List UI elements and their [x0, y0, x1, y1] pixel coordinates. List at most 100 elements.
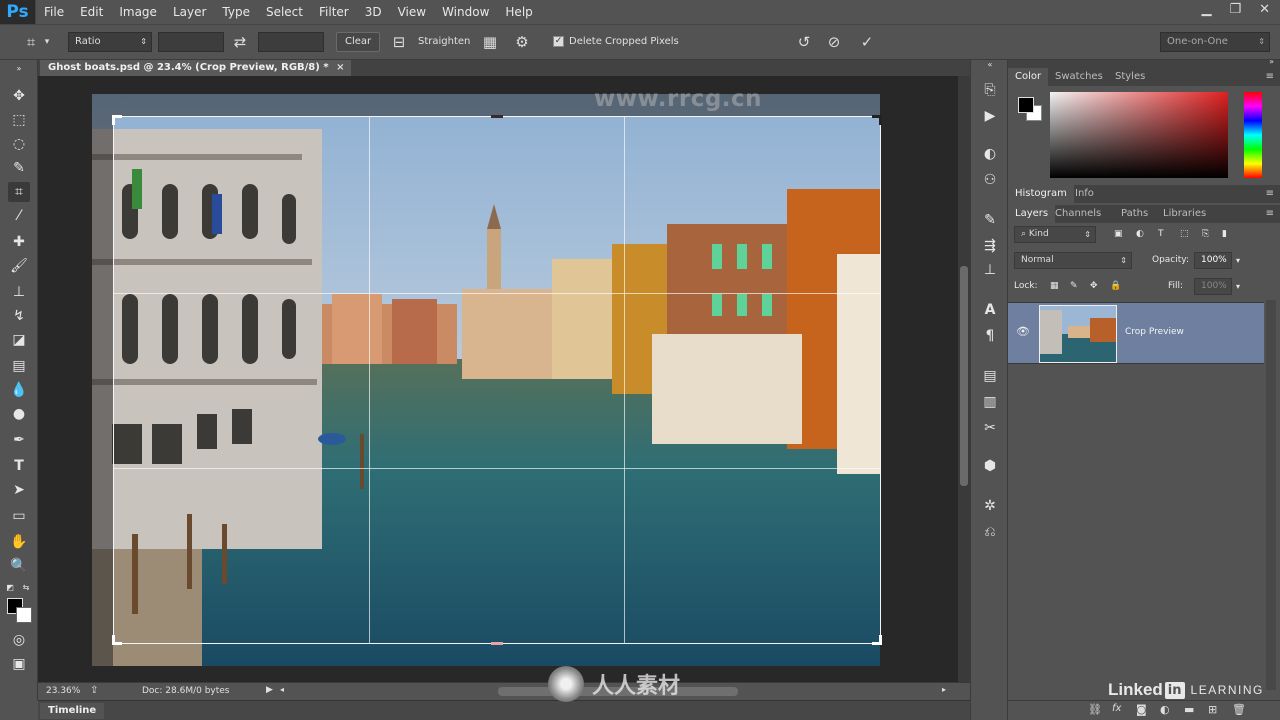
dock-collapse-icon[interactable]: » [1269, 57, 1274, 66]
tab-color[interactable]: Color [1008, 68, 1049, 86]
type-tool-icon[interactable]: T [8, 456, 30, 476]
fill-chevron-icon[interactable]: ▾ [1236, 278, 1240, 295]
canvas-area[interactable]: www.rrcg.cn [38, 76, 958, 682]
color-panel-foreground-swatch[interactable] [1018, 97, 1034, 113]
zoom-tool-icon[interactable]: 🔍 [8, 556, 30, 576]
brush-panel-icon[interactable]: ✎ [980, 210, 1000, 230]
crop-width-field[interactable] [158, 32, 224, 52]
panel-menu-icon[interactable]: ≡ [1266, 185, 1274, 203]
add-mask-icon[interactable]: ◙ [1136, 703, 1147, 716]
marquee-tool-icon[interactable]: ⬚ [8, 110, 30, 130]
panel-menu-icon[interactable]: ≡ [1266, 68, 1274, 86]
new-layer-icon[interactable]: ⊞ [1208, 703, 1217, 716]
layer-style-icon[interactable]: fx [1112, 703, 1121, 714]
settings-gear-icon[interactable]: ⚙ [511, 32, 533, 52]
brush-tool-icon[interactable]: 🖌 [8, 256, 30, 276]
opacity-field[interactable]: 100% [1194, 252, 1232, 269]
delete-cropped-checkbox[interactable]: ✓ [553, 36, 564, 47]
clear-button[interactable]: Clear [336, 32, 381, 52]
quick-select-tool-icon[interactable]: ✎ [8, 158, 30, 178]
history-brush-tool-icon[interactable]: ↯ [8, 306, 30, 326]
commit-crop-icon[interactable]: ✓ [856, 32, 878, 52]
3d-panel-icon[interactable]: ⬢ [980, 456, 1000, 476]
eyedropper-tool-icon[interactable]: ⁄ [8, 206, 30, 226]
menu-filter[interactable]: Filter [311, 5, 357, 19]
straighten-icon[interactable]: ⊟ [388, 32, 410, 52]
background-color-swatch[interactable] [16, 607, 32, 623]
menu-view[interactable]: View [390, 5, 434, 19]
measurement-panel-icon[interactable]: ✲ [980, 496, 1000, 516]
tool-preset-chevron-icon[interactable]: ▾ [40, 32, 54, 52]
blend-mode-select[interactable]: Normal ⇕ [1014, 252, 1132, 269]
crop-box[interactable] [112, 115, 882, 645]
scroll-right-icon[interactable]: ▸ [942, 685, 946, 694]
notes-panel-icon[interactable]: ▥ [980, 392, 1000, 412]
restore-icon[interactable]: ❐ [1229, 2, 1241, 17]
pen-tool-icon[interactable]: ✒ [8, 430, 30, 450]
timeline-tab[interactable]: Timeline [40, 703, 105, 719]
cancel-crop-icon[interactable]: ⊘ [823, 32, 845, 52]
tab-swatches[interactable]: Swatches [1048, 68, 1110, 86]
zoom-level[interactable]: 23.36% [46, 686, 80, 696]
eraser-tool-icon[interactable]: ◪ [8, 330, 30, 350]
hue-slider[interactable] [1244, 92, 1262, 178]
crop-handle-bottom-left[interactable] [112, 635, 122, 645]
rectangle-tool-icon[interactable]: ▭ [8, 506, 30, 526]
clone-stamp-tool-icon[interactable]: ⊥ [8, 282, 30, 302]
adjustments-panel-icon[interactable]: ◐ [980, 144, 1000, 164]
lock-position-icon[interactable]: ✥ [1090, 278, 1098, 295]
filter-adjustment-icon[interactable]: ◐ [1136, 226, 1144, 243]
screen-mode-icon[interactable]: ▣ [8, 654, 30, 674]
layer-row[interactable]: 👁 Crop Preview [1008, 302, 1264, 364]
crop-tool-icon[interactable]: ⌗ [20, 32, 42, 52]
swap-dimensions-icon[interactable]: ⇄ [229, 32, 251, 52]
overlay-grid-icon[interactable]: ▦ [479, 32, 501, 52]
filter-smart-object-icon[interactable]: ⎘ [1202, 226, 1209, 243]
status-menu-arrow-icon[interactable]: ▶ [266, 685, 273, 695]
filter-type-icon[interactable]: T [1158, 226, 1164, 243]
crop-handle-top-right[interactable] [872, 115, 882, 125]
link-layers-icon[interactable]: ⛓ [1088, 703, 1102, 716]
lock-pixels-icon[interactable]: ✎ [1070, 278, 1078, 295]
new-adjustment-icon[interactable]: ◐ [1160, 703, 1170, 716]
share-icon[interactable]: ⇪ [90, 685, 98, 696]
crop-handle-bottom-right[interactable] [872, 635, 882, 645]
menu-type[interactable]: Type [214, 5, 258, 19]
clone-source-icon[interactable]: ⊥ [980, 260, 1000, 280]
gradient-tool-icon[interactable]: ▤ [8, 356, 30, 376]
healing-brush-tool-icon[interactable]: ✚ [8, 232, 30, 252]
tools-presets-icon[interactable]: ✂ [980, 418, 1000, 438]
menu-file[interactable]: File [36, 5, 72, 19]
opacity-chevron-icon[interactable]: ▾ [1236, 252, 1240, 269]
crop-handle-top[interactable] [491, 115, 503, 118]
brush-presets-icon[interactable]: ⇶ [980, 236, 1000, 256]
layer-name[interactable]: Crop Preview [1125, 327, 1184, 337]
kind-filter-select[interactable]: ⌕ Kind ⇕ [1014, 226, 1096, 243]
crop-handle-top-left[interactable] [112, 115, 122, 125]
history-panel-icon[interactable]: ⎘ [980, 80, 1000, 100]
menu-layer[interactable]: Layer [165, 5, 214, 19]
crop-height-field[interactable] [258, 32, 324, 52]
crop-tool-active-icon[interactable]: ⌗ [8, 182, 30, 202]
tab-channels[interactable]: Channels [1048, 205, 1108, 223]
vertical-scroll-thumb[interactable] [960, 266, 968, 486]
scroll-left-icon[interactable]: ◂ [280, 685, 284, 694]
swap-colors-icon[interactable]: ⇆ [20, 578, 32, 598]
layers-scrollbar[interactable] [1266, 300, 1276, 690]
close-tab-icon[interactable]: × [336, 60, 344, 76]
close-icon[interactable]: ✕ [1259, 2, 1270, 17]
filter-toggle-icon[interactable]: ▮ [1222, 226, 1227, 243]
default-colors-icon[interactable]: ◩ [4, 578, 16, 598]
timeline-panel-icon[interactable]: ⎌ [980, 522, 1000, 542]
color-spectrum-field[interactable] [1050, 92, 1228, 178]
blur-tool-icon[interactable]: 💧 [8, 380, 30, 400]
filter-pixel-icon[interactable]: ▣ [1114, 226, 1123, 243]
tab-info[interactable]: Info [1068, 185, 1101, 203]
dodge-tool-icon[interactable]: ● [8, 404, 30, 424]
lock-transparent-icon[interactable]: ▦ [1050, 278, 1059, 295]
menu-help[interactable]: Help [497, 5, 540, 19]
properties-panel-icon[interactable]: ▤ [980, 366, 1000, 386]
menu-select[interactable]: Select [258, 5, 311, 19]
lock-all-icon[interactable]: 🔒 [1110, 278, 1121, 295]
menu-edit[interactable]: Edit [72, 5, 111, 19]
